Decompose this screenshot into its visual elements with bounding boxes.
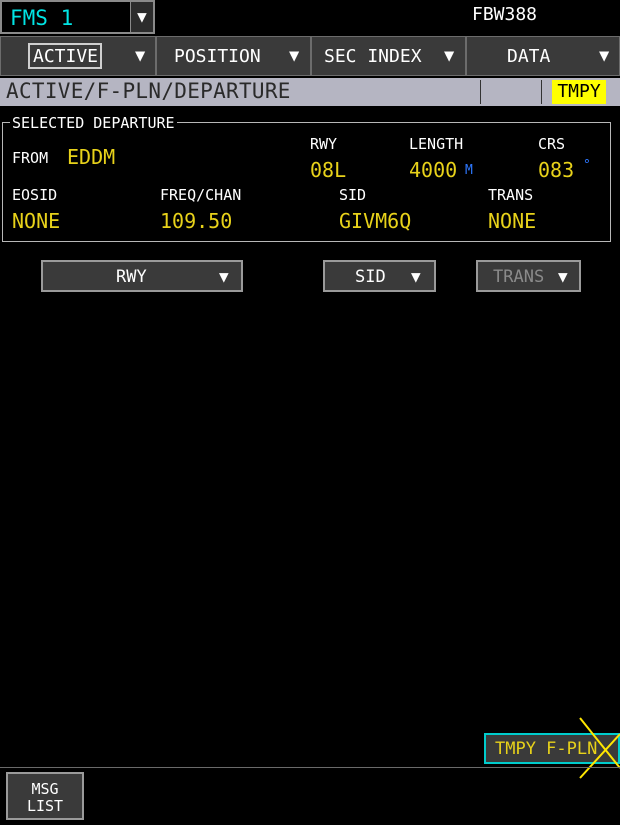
rwy-label: RWY [310, 135, 338, 153]
flight-id: FBW388 [472, 4, 538, 25]
page-title-bar: ACTIVE/F-PLN/DEPARTURE TMPY [0, 78, 620, 106]
rwy-dropdown-label: RWY [116, 267, 147, 287]
length-value: 4000 [409, 158, 458, 182]
trans-dropdown-label: TRANS [493, 267, 545, 287]
menu-data-label: DATA [507, 46, 551, 67]
freq-chan-label: FREQ/CHAN [160, 186, 242, 204]
selected-departure-legend: SELECTED DEPARTURE [10, 114, 177, 132]
rwy-dropdown[interactable]: RWY ▼ [41, 260, 243, 292]
length-label: LENGTH [409, 135, 464, 153]
rwy-value: 08L [310, 158, 347, 182]
msg-list-line1: MSG [31, 780, 59, 798]
title-divider [480, 80, 481, 104]
title-divider [541, 80, 542, 104]
chevron-down-icon: ▼ [444, 46, 455, 66]
menu-active-button[interactable]: ACTIVE ▼ [0, 36, 156, 76]
trans-label: TRANS [488, 186, 534, 204]
chevron-down-icon: ▼ [411, 267, 421, 286]
chevron-down-icon: ▼ [558, 267, 568, 286]
msg-list-line2: LIST [26, 797, 64, 815]
menu-bar: ACTIVE ▼ POSITION ▼ SEC INDEX ▼ DATA ▼ [0, 36, 620, 78]
menu-sec-index-button[interactable]: SEC INDEX ▼ [311, 36, 466, 76]
cross-mark-icon [579, 717, 620, 779]
eosid-value: NONE [12, 209, 61, 233]
page-title: ACTIVE/F-PLN/DEPARTURE [6, 79, 291, 103]
menu-active-label: ACTIVE [33, 46, 99, 67]
from-value: EDDM [67, 145, 116, 169]
menu-position-label: POSITION [174, 46, 261, 67]
eosid-label: EOSID [12, 186, 58, 204]
fms-label: FMS 1 [10, 6, 74, 30]
from-label: FROM [12, 149, 49, 167]
crs-value: 083 [538, 158, 575, 182]
sid-label: SID [339, 186, 367, 204]
msg-list-button[interactable]: MSG LIST [6, 772, 84, 820]
crs-unit: ° [583, 158, 591, 173]
chevron-down-icon: ▼ [135, 46, 146, 66]
tmpy-badge: TMPY [552, 80, 606, 104]
cross-stroke [579, 733, 620, 779]
menu-sec-index-label: SEC INDEX [324, 46, 422, 67]
crs-label: CRS [538, 135, 566, 153]
length-unit: M [465, 163, 473, 178]
sid-dropdown-label: SID [355, 267, 386, 287]
trans-value: NONE [488, 209, 537, 233]
menu-position-button[interactable]: POSITION ▼ [156, 36, 311, 76]
bottom-divider [0, 767, 620, 768]
fms-selector[interactable]: FMS 1 ▼ [0, 0, 155, 34]
sid-dropdown[interactable]: SID ▼ [323, 260, 436, 292]
chevron-down-icon: ▼ [599, 46, 610, 66]
chevron-down-icon[interactable]: ▼ [130, 2, 153, 32]
freq-chan-value: 109.50 [160, 209, 233, 233]
sid-value: GIVM6Q [339, 209, 412, 233]
trans-dropdown[interactable]: TRANS ▼ [476, 260, 581, 292]
cross-stroke [579, 717, 620, 769]
chevron-down-icon: ▼ [219, 267, 229, 286]
menu-data-button[interactable]: DATA ▼ [466, 36, 620, 76]
chevron-down-icon: ▼ [289, 46, 300, 66]
